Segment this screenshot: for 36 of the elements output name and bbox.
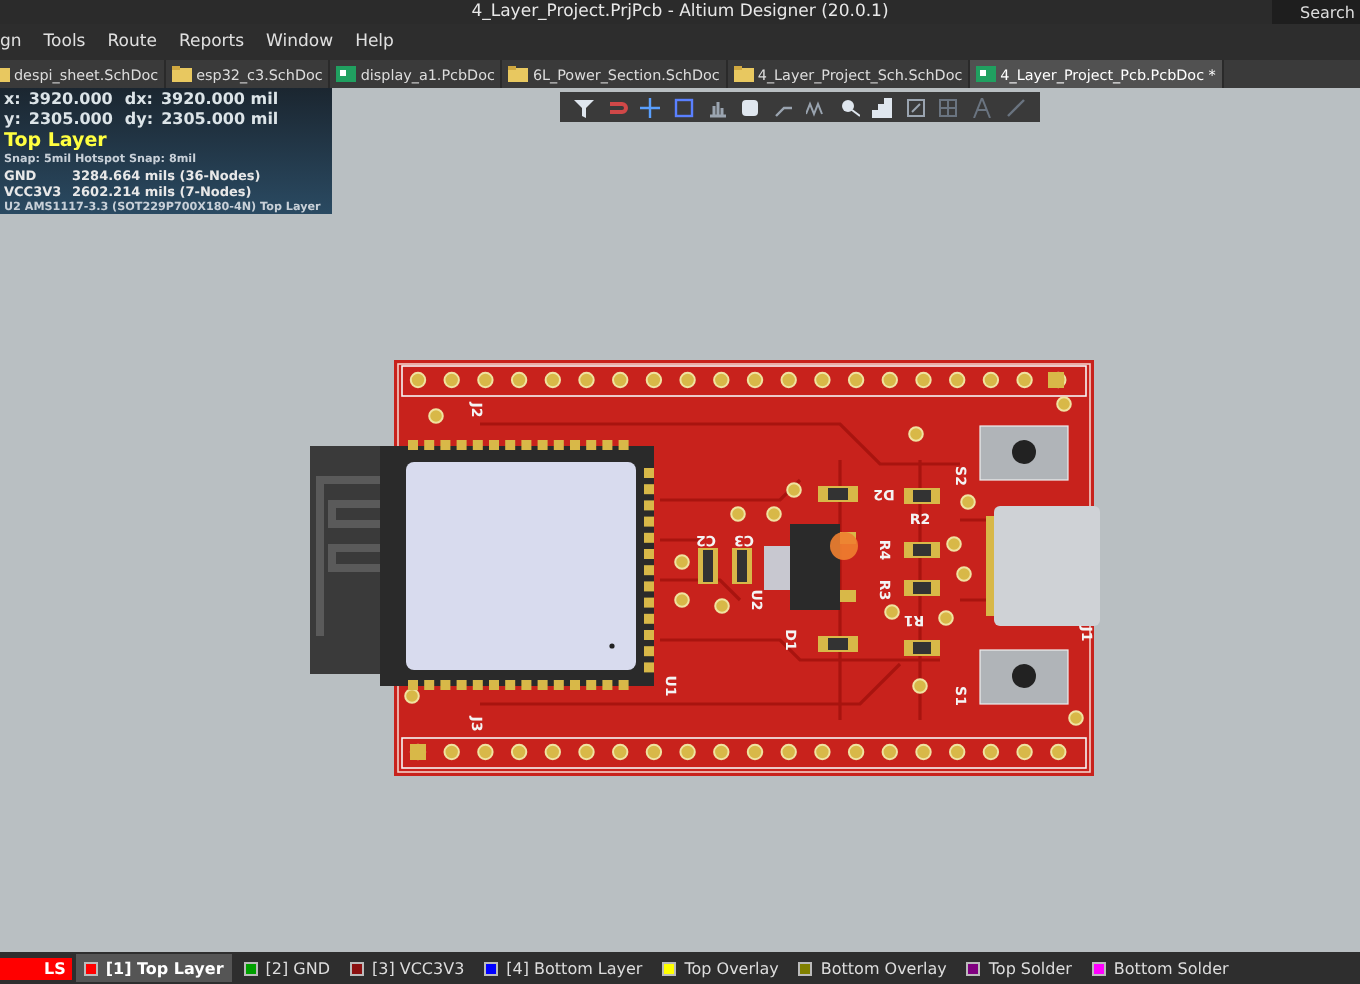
coordinate-text: x: xyxy=(4,90,21,110)
coordinate-text: dx: xyxy=(124,90,153,110)
line-icon[interactable] xyxy=(1005,97,1026,117)
menu-item[interactable]: gn xyxy=(0,32,22,52)
square-icon[interactable] xyxy=(673,97,694,117)
coordinate-text: 2305.000 mil xyxy=(161,110,279,130)
board-icon xyxy=(976,66,997,82)
window-title: 4_Layer_Project.PrjPcb - Altium Designer (20.0.1) xyxy=(471,2,889,22)
step-icon[interactable] xyxy=(872,97,893,117)
current-layer: Top Layer xyxy=(4,130,109,152)
layer-set-button[interactable]: LS xyxy=(0,957,72,979)
chart-icon[interactable] xyxy=(707,97,728,117)
search-field[interactable]: Search xyxy=(1272,0,1360,24)
frame-icon[interactable] xyxy=(905,97,926,117)
menu-item[interactable]: Reports xyxy=(178,32,245,52)
coordinate-text: 2305.000 xyxy=(28,110,115,130)
layer-tab[interactable]: [1] Top Layer xyxy=(75,954,232,982)
wave-icon[interactable] xyxy=(806,97,827,117)
folder-icon xyxy=(172,66,193,82)
cross-icon[interactable] xyxy=(640,97,661,117)
magnet-icon[interactable] xyxy=(607,97,628,117)
coordinate-text: dy: xyxy=(124,110,154,130)
filter-icon[interactable] xyxy=(574,97,595,117)
folder-icon xyxy=(733,66,754,82)
menu-item[interactable]: Tools xyxy=(43,32,86,52)
coordinate-text: 3920.000 xyxy=(28,90,115,110)
menu-item[interactable]: Window xyxy=(266,32,334,52)
coordinate-text: 3920.000 mil xyxy=(160,90,279,110)
rounded-square-icon[interactable] xyxy=(740,97,761,117)
letter-icon[interactable] xyxy=(972,97,993,117)
coordinate-text: y: xyxy=(4,110,21,130)
menu-item[interactable]: Route xyxy=(107,32,157,52)
grid-icon[interactable] xyxy=(938,97,959,117)
board-icon xyxy=(336,66,357,82)
menu-item[interactable]: Help xyxy=(355,32,394,52)
folder-icon xyxy=(508,66,529,82)
